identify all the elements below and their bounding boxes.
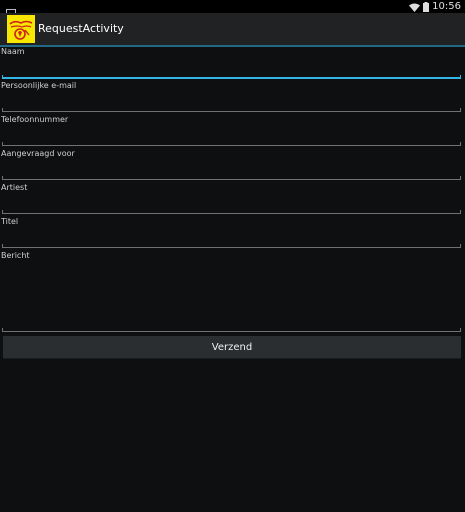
action-bar: RequestActivity xyxy=(0,13,465,45)
page-title: RequestActivity xyxy=(38,22,124,35)
input-edge xyxy=(460,108,461,112)
input-edge xyxy=(2,75,3,79)
naam-input[interactable] xyxy=(2,57,461,79)
field-label: Naam xyxy=(1,47,25,56)
input-edge xyxy=(460,210,461,214)
app-logo-icon[interactable] xyxy=(7,15,35,43)
email-input[interactable] xyxy=(2,91,461,112)
input-edge xyxy=(460,328,461,332)
title-input[interactable] xyxy=(2,227,461,248)
input-edge xyxy=(2,176,3,180)
phone-input[interactable] xyxy=(2,125,461,146)
status-time: 10:56 xyxy=(432,1,461,12)
message-textarea[interactable] xyxy=(2,261,461,332)
input-edge xyxy=(2,142,3,146)
input-edge xyxy=(460,176,461,180)
action-bar-divider xyxy=(0,45,465,47)
submit-button[interactable]: Verzend xyxy=(3,336,461,359)
field-label: Artiest xyxy=(1,183,28,192)
input-edge xyxy=(460,75,461,79)
field-label: Persoonlijke e-mail xyxy=(1,81,77,90)
field-label: Titel xyxy=(1,217,19,226)
input-edge xyxy=(2,244,3,248)
field-label: Telefoonnummer xyxy=(1,115,69,124)
requested-for-input[interactable] xyxy=(2,159,461,180)
field-label: Aangevraagd voor xyxy=(1,149,75,158)
input-edge xyxy=(2,210,3,214)
input-edge xyxy=(2,108,3,112)
artist-input[interactable] xyxy=(2,193,461,214)
input-edge xyxy=(460,244,461,248)
status-bar: 10:56 xyxy=(0,0,465,17)
input-edge xyxy=(2,328,3,332)
input-edge xyxy=(460,142,461,146)
field-label: Bericht xyxy=(1,251,30,260)
